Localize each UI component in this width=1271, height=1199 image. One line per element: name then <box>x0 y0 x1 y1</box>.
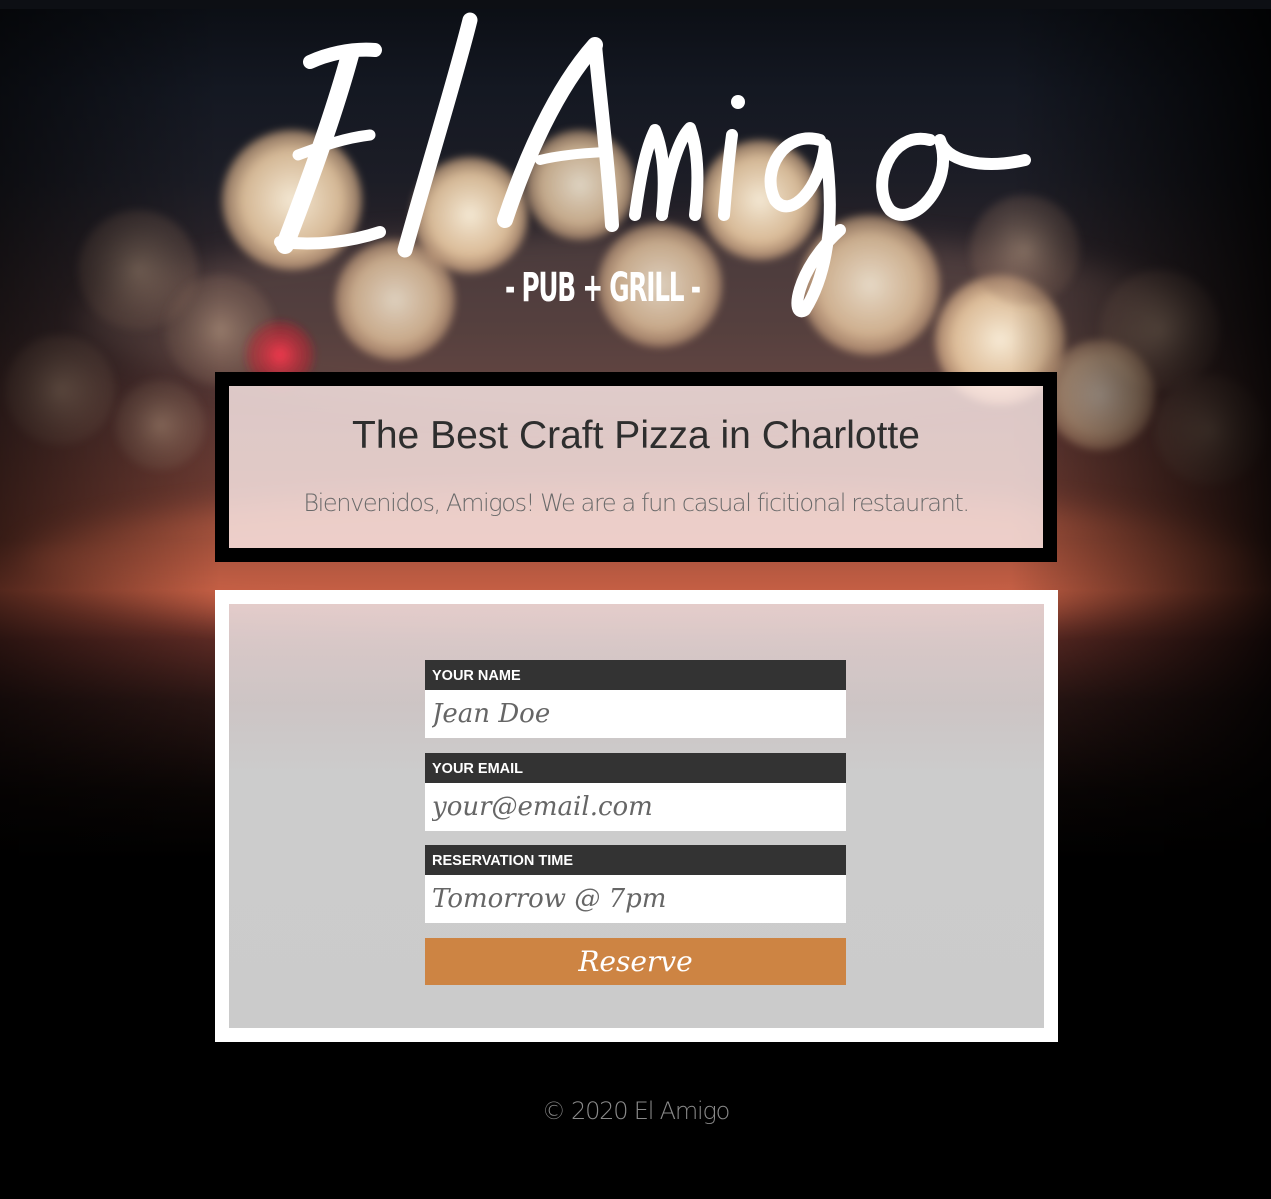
name-label: YOUR NAME <box>425 660 846 690</box>
reservation-form-card: YOUR NAME YOUR EMAIL RESERVATION TIME Re… <box>215 590 1058 1042</box>
hero-banner: The Best Craft Pizza in Charlotte Bienve… <box>215 372 1057 562</box>
hero-headline: The Best Craft Pizza in Charlotte <box>352 414 920 457</box>
name-input[interactable] <box>425 690 846 738</box>
top-edge <box>0 0 1271 9</box>
email-field-group: YOUR EMAIL <box>425 753 846 831</box>
reserve-button[interactable]: Reserve <box>425 938 846 985</box>
reservation-time-field-group: RESERVATION TIME <box>425 845 846 923</box>
logo-tagline: - PUB + GRILL - <box>505 265 701 311</box>
landing-page: - PUB + GRILL - The Best Craft Pizza in … <box>0 0 1271 1199</box>
reservation-time-input[interactable] <box>425 875 846 923</box>
name-field-group: YOUR NAME <box>425 660 846 738</box>
email-label: YOUR EMAIL <box>425 753 846 783</box>
email-input[interactable] <box>425 783 846 831</box>
reservation-time-label: RESERVATION TIME <box>425 845 846 875</box>
background-vignette-left <box>0 0 220 1199</box>
hero-subheadline: Bienvenidos, Amigos! We are a fun casual… <box>303 489 970 517</box>
footer-copyright: © 2020 El Amigo <box>541 1097 731 1125</box>
